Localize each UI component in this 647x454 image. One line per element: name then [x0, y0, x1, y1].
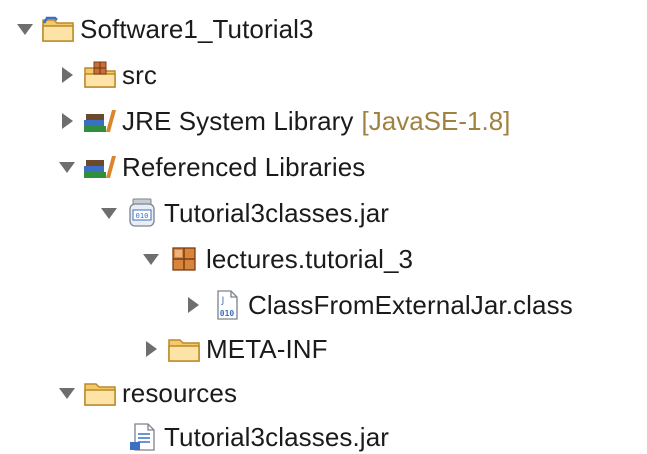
tree-item-jre-library[interactable]: JRE System Library [JavaSE-1.8]: [56, 98, 510, 144]
tree-item-resources[interactable]: resources: [56, 370, 237, 416]
file-icon: [124, 421, 160, 453]
expanded-arrow-icon[interactable]: [140, 248, 162, 270]
tree-item-label: src: [122, 60, 157, 90]
tree-item-referenced-libraries[interactable]: Referenced Libraries: [56, 144, 365, 190]
tree-item-project[interactable]: Software1_Tutorial3: [14, 6, 314, 52]
collapsed-arrow-icon[interactable]: [182, 294, 204, 316]
svg-text:010: 010: [220, 309, 235, 318]
class-file-icon: J 010: [208, 289, 244, 321]
tree-item-label: META-INF: [206, 334, 328, 364]
folder-icon: [166, 333, 202, 365]
jar-icon: 010: [124, 197, 160, 229]
project-folder-icon: [40, 13, 76, 45]
tree-item-label: resources: [122, 378, 238, 408]
tree-item-meta-inf[interactable]: META-INF: [140, 326, 328, 372]
tree-item-jar-file[interactable]: Tutorial3classes.jar: [98, 414, 389, 454]
folder-icon: [82, 377, 118, 409]
source-folder-icon: [82, 59, 118, 91]
expanded-arrow-icon[interactable]: [56, 382, 78, 404]
tree-item-label: Referenced Libraries: [122, 152, 366, 182]
library-icon: [82, 105, 118, 137]
tree-item-class-file[interactable]: J 010 ClassFromExternalJar.class: [182, 282, 573, 328]
tree-item-label: Tutorial3classes.jar: [164, 198, 390, 228]
tree-item-label: lectures.tutorial_3: [206, 244, 414, 274]
expanded-arrow-icon[interactable]: [14, 18, 36, 40]
tree-item-label: Software1_Tutorial3: [80, 14, 314, 44]
tree-item-label: ClassFromExternalJar.class: [248, 290, 573, 320]
tree-item-src[interactable]: src: [56, 52, 157, 98]
library-icon: [82, 151, 118, 183]
tree-item-label: Tutorial3classes.jar: [164, 422, 390, 452]
svg-text:J: J: [221, 296, 225, 306]
package-explorer-tree: Software1_Tutorial3 src JRE System Libra…: [0, 0, 647, 454]
tree-item-label: JRE System Library: [122, 106, 354, 136]
package-icon: [166, 243, 202, 275]
tree-item-jar-library[interactable]: 010 Tutorial3classes.jar: [98, 190, 389, 236]
jre-version-decoration: [JavaSE-1.8]: [361, 106, 511, 136]
expanded-arrow-icon[interactable]: [98, 202, 120, 224]
svg-text:010: 010: [136, 212, 149, 220]
collapsed-arrow-icon[interactable]: [56, 64, 78, 86]
collapsed-arrow-icon[interactable]: [140, 338, 162, 360]
collapsed-arrow-icon[interactable]: [56, 110, 78, 132]
tree-item-package[interactable]: lectures.tutorial_3: [140, 236, 413, 282]
expanded-arrow-icon[interactable]: [56, 156, 78, 178]
